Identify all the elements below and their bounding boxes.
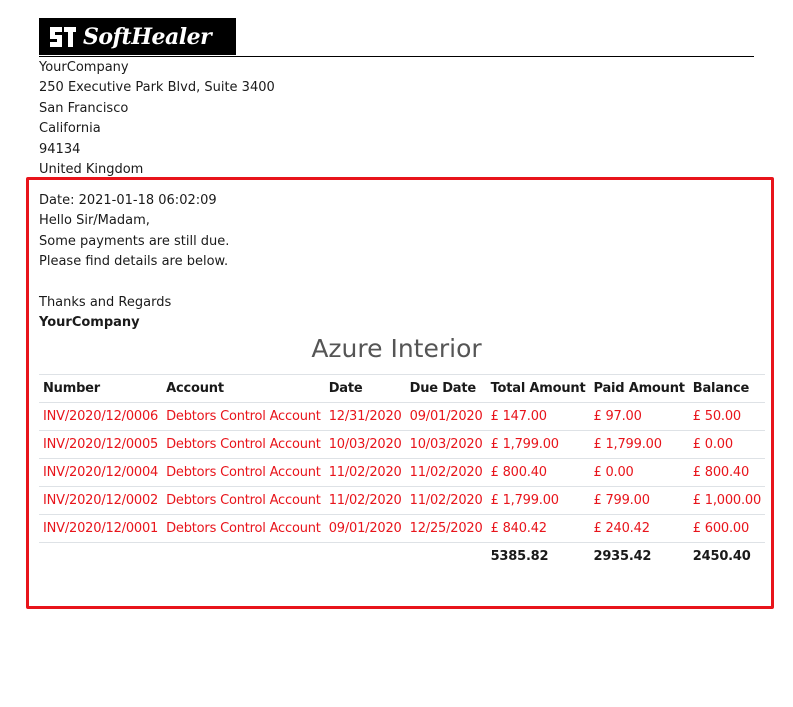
cell-total-amount: £ 840.42 [486, 514, 590, 543]
cell-number: INV/2020/12/0004 [39, 458, 163, 487]
cell-due-date: 11/02/2020 [405, 486, 487, 515]
company-state: California [39, 121, 101, 137]
cell-number: INV/2020/12/0005 [39, 430, 163, 459]
letter-date: Date: 2021-01-18 06:02:09 [39, 193, 217, 208]
company-name: YourCompany [39, 60, 129, 75]
total-amount-sum: 5385.82 [486, 542, 590, 570]
cell-total-amount: £ 800.40 [486, 458, 590, 487]
table-header-row: Number Account Date Due Date Total Amoun… [39, 374, 766, 403]
cell-balance: £ 0.00 [688, 430, 766, 459]
cell-due-date: 10/03/2020 [405, 430, 487, 459]
header-account: Account [162, 374, 325, 403]
letter-line-1: Some payments are still due. [39, 233, 230, 249]
cell-balance: £ 1,000.00 [688, 486, 766, 515]
header-date: Date [324, 374, 406, 403]
totals-row: 5385.82 2935.42 2450.40 [39, 542, 766, 570]
totals-empty-cell [39, 542, 163, 570]
cell-date: 10/03/2020 [324, 430, 406, 459]
header-due-date: Due Date [405, 374, 487, 403]
totals-empty-cell [162, 542, 325, 570]
cell-date: 11/02/2020 [324, 458, 406, 487]
header-total-amount: Total Amount [486, 374, 590, 403]
cell-account: Debtors Control Account [162, 430, 325, 459]
company-street: 250 Executive Park Blvd, Suite 3400 [39, 80, 275, 96]
cell-account: Debtors Control Account [162, 458, 325, 487]
cell-total-amount: £ 147.00 [486, 402, 590, 431]
letter-greeting: Hello Sir/Madam, [39, 213, 150, 229]
softhealer-logo: SoftHealer [39, 18, 236, 55]
balance-sum: 2450.40 [688, 542, 766, 570]
cell-account: Debtors Control Account [162, 402, 325, 431]
header-paid-amount: Paid Amount [589, 374, 689, 403]
cell-date: 12/31/2020 [324, 402, 406, 431]
cell-balance: £ 50.00 [688, 402, 766, 431]
cell-due-date: 12/25/2020 [405, 514, 487, 543]
cell-balance: £ 800.40 [688, 458, 766, 487]
cell-paid-amount: £ 1,799.00 [589, 430, 689, 459]
cell-account: Debtors Control Account [162, 514, 325, 543]
cell-balance: £ 600.00 [688, 514, 766, 543]
company-zip: 94134 [39, 141, 81, 157]
invoice-table: Number Account Date Due Date Total Amoun… [39, 374, 766, 570]
cell-number: INV/2020/12/0002 [39, 486, 163, 515]
partner-name: Azure Interior [311, 334, 482, 363]
cell-paid-amount: £ 799.00 [589, 486, 689, 515]
company-address: YourCompany 250 Executive Park Blvd, Sui… [39, 58, 275, 180]
paid-amount-sum: 2935.42 [589, 542, 689, 570]
totals-empty-cell [324, 542, 406, 570]
cell-due-date: 09/01/2020 [405, 402, 487, 431]
cell-total-amount: £ 1,799.00 [486, 430, 590, 459]
letter-body: Date: 2021-01-18 06:02:09 Hello Sir/Mada… [39, 191, 229, 334]
table-row: INV/2020/12/0004 Debtors Control Account… [39, 458, 766, 487]
table-row: INV/2020/12/0006 Debtors Control Account… [39, 402, 766, 431]
cell-total-amount: £ 1,799.00 [486, 486, 590, 515]
table-row: INV/2020/12/0005 Debtors Control Account… [39, 430, 766, 459]
cell-number: INV/2020/12/0006 [39, 402, 163, 431]
cell-due-date: 11/02/2020 [405, 458, 487, 487]
letter-signature: YourCompany [39, 315, 140, 331]
logo-mark-icon [50, 26, 76, 47]
totals-empty-cell [405, 542, 487, 570]
cell-date: 09/01/2020 [324, 514, 406, 543]
cell-date: 11/02/2020 [324, 486, 406, 515]
cell-number: INV/2020/12/0001 [39, 514, 163, 543]
header-number: Number [39, 374, 163, 403]
company-city: San Francisco [39, 100, 129, 116]
cell-paid-amount: £ 97.00 [589, 402, 689, 431]
table-row: INV/2020/12/0001 Debtors Control Account… [39, 514, 766, 543]
cell-paid-amount: £ 0.00 [589, 458, 689, 487]
logo-text: SoftHealer [83, 23, 212, 50]
header-divider [39, 56, 754, 57]
letter-closing: Thanks and Regards [39, 295, 172, 311]
cell-paid-amount: £ 240.42 [589, 514, 689, 543]
letter-line-2: Please find details are below. [39, 254, 229, 270]
letter-spacer [39, 273, 229, 293]
cell-account: Debtors Control Account [162, 486, 325, 515]
table-row: INV/2020/12/0002 Debtors Control Account… [39, 486, 766, 515]
header-balance: Balance [688, 374, 766, 403]
